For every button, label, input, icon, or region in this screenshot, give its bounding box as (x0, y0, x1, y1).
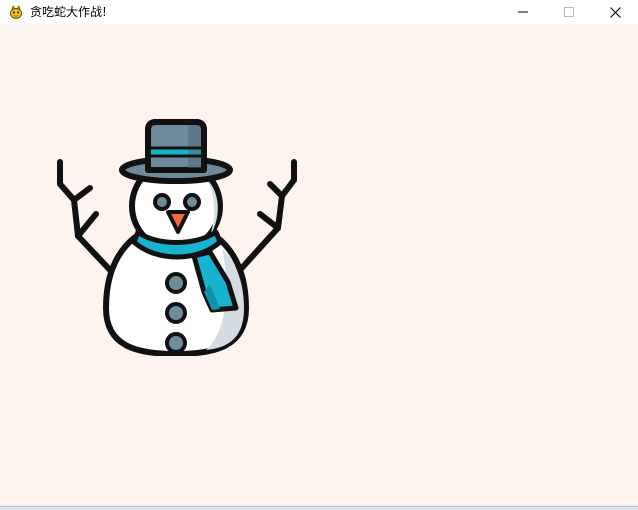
maximize-button[interactable] (546, 0, 592, 24)
window-bottom-edge (0, 506, 638, 510)
game-window: 贪吃蛇大作战! (0, 0, 638, 510)
minimize-icon (518, 7, 528, 17)
maximize-icon (564, 7, 574, 17)
game-canvas[interactable] (0, 24, 638, 506)
window-controls (500, 0, 638, 24)
title-bar[interactable]: 贪吃蛇大作战! (0, 0, 638, 24)
pygame-snake-icon (8, 4, 24, 20)
snowman-icon (56, 96, 300, 358)
minimize-button[interactable] (500, 0, 546, 24)
close-button[interactable] (592, 0, 638, 24)
window-title: 贪吃蛇大作战! (30, 5, 107, 19)
close-icon (609, 6, 621, 18)
